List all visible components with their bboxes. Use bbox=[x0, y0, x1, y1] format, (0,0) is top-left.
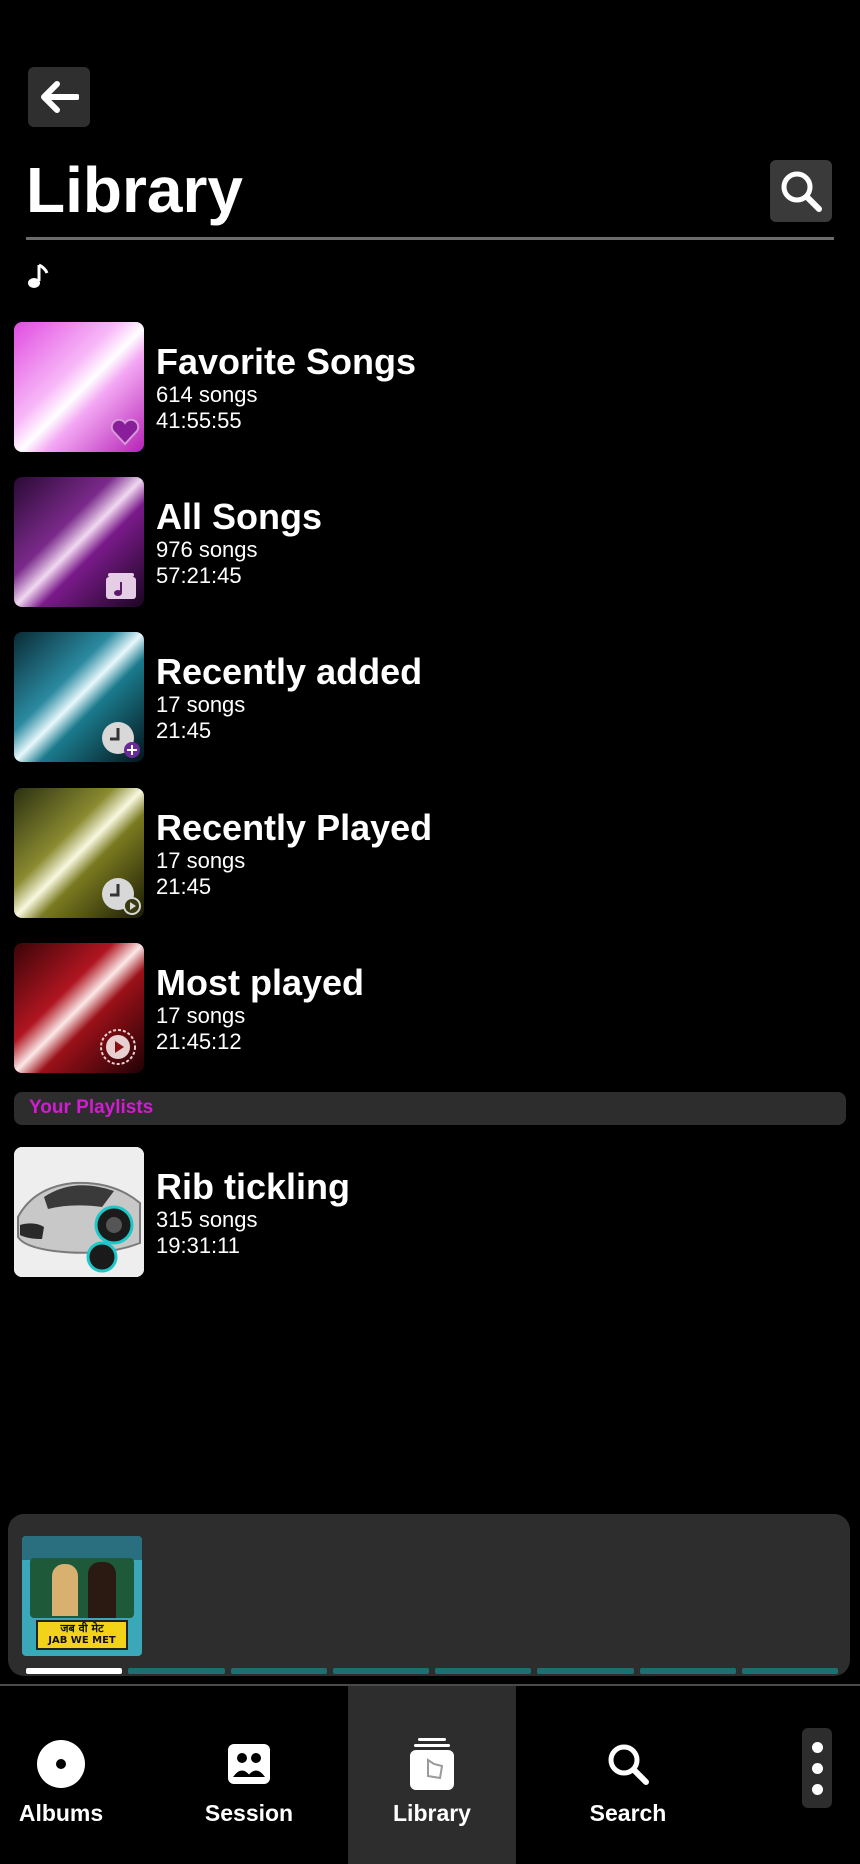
arrow-left-icon bbox=[41, 81, 79, 113]
song-count: 17 songs bbox=[156, 1003, 246, 1028]
album-art-jab-we-met[interactable]: जब वी मेट JAB WE MET bbox=[22, 1536, 142, 1656]
library-search-button[interactable] bbox=[770, 160, 832, 222]
nav-label: Albums bbox=[18, 1800, 104, 1826]
nav-session[interactable]: Session bbox=[188, 1686, 310, 1864]
list-item-recently-played[interactable]: Recently Played 17 songs 21:45 bbox=[14, 788, 834, 918]
nav-library[interactable]: Library bbox=[348, 1686, 516, 1864]
more-options-button[interactable] bbox=[802, 1728, 832, 1808]
song-count: 614 songs bbox=[156, 382, 258, 407]
progress-segment bbox=[26, 1668, 123, 1674]
music-note-icon bbox=[28, 263, 49, 288]
nav-search[interactable]: Search bbox=[567, 1686, 689, 1864]
nav-label: Library bbox=[393, 1800, 471, 1826]
total-duration: 41:55:55 bbox=[156, 408, 242, 433]
dot bbox=[811, 1783, 823, 1795]
list-item-title: Rib tickling bbox=[156, 1166, 351, 1207]
nav-label: Session bbox=[204, 1800, 294, 1826]
playlists-section-header: Your Playlists bbox=[14, 1092, 846, 1125]
song-count: 17 songs bbox=[156, 848, 246, 873]
total-duration: 21:45 bbox=[156, 874, 212, 899]
list-item-all-songs[interactable]: All Songs 976 songs 57:21:45 bbox=[14, 477, 834, 607]
playlist-item-rib-tickling[interactable]: Rib tickling 315 songs 19:31:11 bbox=[14, 1147, 834, 1277]
progress-segment bbox=[128, 1668, 225, 1674]
music-folder-icon bbox=[106, 573, 136, 599]
car-artwork bbox=[14, 1147, 144, 1277]
progress-segment bbox=[230, 1668, 327, 1674]
list-item-recently-added[interactable]: Recently added 17 songs 21:45 bbox=[14, 632, 834, 762]
total-duration: 21:45 bbox=[156, 718, 212, 743]
favorite-songs-artwork bbox=[14, 322, 144, 452]
list-item-title: Recently added bbox=[156, 651, 423, 692]
list-item-title: All Songs bbox=[156, 496, 323, 537]
playback-progress[interactable] bbox=[26, 1668, 838, 1676]
progress-segment bbox=[332, 1668, 429, 1674]
search-icon bbox=[781, 171, 822, 212]
play-circle-icon bbox=[100, 1029, 136, 1065]
progress-segment bbox=[537, 1668, 634, 1674]
song-count: 315 songs bbox=[156, 1207, 258, 1232]
heart-icon bbox=[110, 418, 140, 446]
nav-label: Search bbox=[589, 1800, 667, 1826]
most-played-artwork bbox=[14, 943, 144, 1073]
progress-segment bbox=[741, 1668, 838, 1674]
people-icon bbox=[228, 1744, 270, 1784]
list-item-most-played[interactable]: Most played 17 songs 21:45:12 bbox=[14, 943, 834, 1073]
dot bbox=[811, 1741, 823, 1753]
progress-segment bbox=[435, 1668, 532, 1674]
recently-added-artwork bbox=[14, 632, 144, 762]
dot bbox=[811, 1762, 823, 1774]
clock-play-icon bbox=[102, 878, 141, 915]
progress-segment bbox=[639, 1668, 736, 1674]
album-art-title-text: JAB WE MET bbox=[48, 1635, 116, 1646]
list-item-favorite-songs[interactable]: Favorite Songs 614 songs 41:55:55 bbox=[14, 322, 834, 452]
bottom-nav: Albums Session Library Search bbox=[0, 1686, 860, 1864]
list-item-title: Recently Played bbox=[156, 807, 433, 848]
song-count: 17 songs bbox=[156, 692, 246, 717]
section-label: Your Playlists bbox=[29, 1097, 154, 1118]
list-item-title: Most played bbox=[156, 962, 365, 1003]
album-art-hindi-text: जब वी मेट bbox=[60, 1622, 104, 1635]
nav-albums[interactable]: Albums bbox=[0, 1686, 122, 1864]
list-item-title: Favorite Songs bbox=[156, 341, 417, 382]
total-duration: 19:31:11 bbox=[156, 1233, 241, 1258]
car-illustration bbox=[14, 1147, 144, 1277]
clock-plus-icon bbox=[102, 722, 140, 758]
page-title: Library bbox=[26, 154, 243, 226]
search-icon bbox=[608, 1744, 649, 1785]
album-disc-icon bbox=[37, 1740, 85, 1788]
mini-player[interactable]: जब वी मेट JAB WE MET bbox=[8, 1514, 850, 1676]
total-duration: 21:45:12 bbox=[156, 1029, 242, 1054]
total-duration: 57:21:45 bbox=[156, 563, 242, 588]
all-songs-artwork bbox=[14, 477, 144, 607]
recently-played-artwork bbox=[14, 788, 144, 918]
title-divider bbox=[26, 237, 834, 240]
song-count: 976 songs bbox=[156, 537, 258, 562]
library-stack-icon bbox=[410, 1738, 454, 1790]
back-button[interactable] bbox=[28, 67, 90, 127]
